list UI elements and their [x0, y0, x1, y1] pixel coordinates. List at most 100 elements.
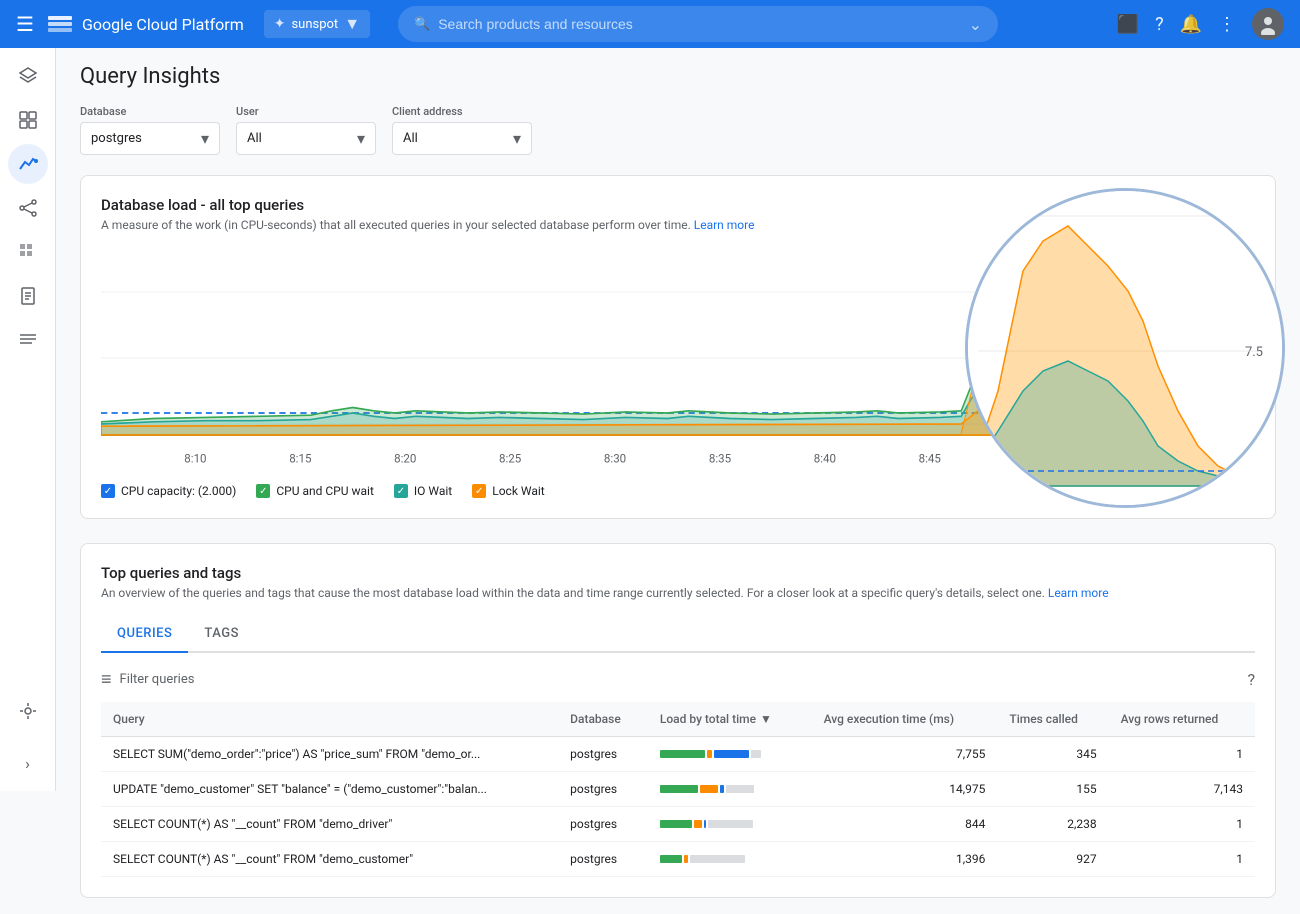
- svg-text:8:30: 8:30: [604, 451, 626, 465]
- filters-row: Database postgres ▾ User All ▾ Client ad…: [80, 105, 1276, 155]
- database-load-chart[interactable]: 8:10 8:15 8:20 8:25 8:30 8:35 8:40 8:45 …: [101, 248, 1255, 468]
- notifications-icon[interactable]: 🔔: [1180, 14, 1202, 35]
- search-input[interactable]: [438, 16, 960, 32]
- svg-text:8:10: 8:10: [184, 451, 206, 465]
- avatar-icon: [1257, 13, 1279, 35]
- project-selector[interactable]: ✦ sunspot ▼: [264, 10, 370, 38]
- tools-icon: [18, 701, 38, 721]
- user-select[interactable]: All ▾: [236, 122, 376, 155]
- table-row[interactable]: UPDATE "demo_customer" SET "balance" = (…: [101, 772, 1255, 807]
- tab-queries[interactable]: QUERIES: [101, 616, 188, 653]
- table-body: SELECT SUM("demo_order":"price") AS "pri…: [101, 737, 1255, 877]
- col-load[interactable]: Load by total time ▼: [648, 702, 812, 737]
- client-select[interactable]: All ▾: [392, 122, 532, 155]
- sidebar-item-logs[interactable]: [8, 320, 48, 360]
- legend-cpu-wait[interactable]: ✓ CPU and CPU wait: [256, 484, 374, 498]
- cell-times-called: 155: [997, 772, 1108, 807]
- svg-text:8:25: 8:25: [499, 451, 522, 465]
- gcp-logo-icon: [46, 10, 74, 38]
- legend-lock-wait-label: Lock Wait: [492, 484, 544, 498]
- cell-query: SELECT SUM("demo_order":"price") AS "pri…: [101, 737, 558, 772]
- reports-icon: [18, 286, 38, 306]
- project-name: sunspot: [291, 17, 338, 32]
- sidebar-collapse-button[interactable]: ›: [8, 743, 48, 783]
- tab-tags[interactable]: TAGS: [188, 616, 255, 651]
- filter-icon: ≡: [101, 669, 112, 690]
- legend-cpu-capacity-checkbox: ✓: [101, 484, 115, 498]
- routing-icon: [18, 198, 38, 218]
- cell-load-bar: [648, 807, 812, 842]
- sidebar-item-grid[interactable]: [8, 232, 48, 272]
- legend-lock-wait[interactable]: ✓ Lock Wait: [472, 484, 544, 498]
- layers-icon: [18, 66, 38, 86]
- svg-text:8:50: 8:50: [1024, 451, 1046, 465]
- cell-avg-exec: 1,396: [812, 842, 998, 877]
- svg-text:8:45: 8:45: [919, 451, 942, 465]
- cloud-shell-icon[interactable]: ⬛: [1117, 14, 1139, 35]
- user-filter-group: User All ▾: [236, 105, 376, 155]
- queries-learn-more-link[interactable]: Learn more: [1048, 586, 1109, 600]
- user-value: All: [247, 131, 262, 146]
- queries-section-title: Top queries and tags: [101, 564, 1255, 582]
- table-header: Query Database Load by total time ▼ Avg …: [101, 702, 1255, 737]
- legend-io-wait-checkbox: ✓: [394, 484, 408, 498]
- legend-lock-wait-checkbox: ✓: [472, 484, 486, 498]
- cell-query: UPDATE "demo_customer" SET "balance" = (…: [101, 772, 558, 807]
- filter-queries-label[interactable]: Filter queries: [120, 672, 195, 687]
- cell-avg-exec: 14,975: [812, 772, 998, 807]
- database-filter-label: Database: [80, 105, 220, 118]
- col-database: Database: [558, 702, 648, 737]
- svg-text:8:20: 8:20: [394, 451, 416, 465]
- client-filter-label: Client address: [392, 105, 532, 118]
- queries-section: Top queries and tags An overview of the …: [80, 543, 1276, 898]
- sidebar-item-tools[interactable]: [8, 691, 48, 731]
- user-dropdown-arrow: ▾: [357, 129, 365, 148]
- side-nav: ›: [0, 48, 56, 791]
- sidebar-item-insights[interactable]: [8, 144, 48, 184]
- cell-times-called: 2,238: [997, 807, 1108, 842]
- chart-legend: ✓ CPU capacity: (2.000) ✓ CPU and CPU wa…: [101, 484, 1255, 498]
- more-options-icon[interactable]: ⋮: [1218, 14, 1236, 35]
- cell-load-bar: [648, 737, 812, 772]
- table-filter-bar: ≡ Filter queries ?: [101, 669, 1255, 690]
- sidebar-item-reports[interactable]: [8, 276, 48, 316]
- sidebar-item-dashboard[interactable]: [8, 100, 48, 140]
- search-bar[interactable]: 🔍 ⌄: [398, 6, 998, 42]
- svg-text:0: 0: [1256, 480, 1263, 495]
- legend-cpu-wait-checkbox: ✓: [256, 484, 270, 498]
- svg-text:8:40: 8:40: [814, 451, 836, 465]
- database-filter-group: Database postgres ▾: [80, 105, 220, 155]
- chart-learn-more-link[interactable]: Learn more: [694, 218, 755, 232]
- cell-avg-exec: 844: [812, 807, 998, 842]
- app-title: Google Cloud Platform: [82, 15, 244, 34]
- cell-database: postgres: [558, 737, 648, 772]
- col-avg-rows: Avg rows returned: [1109, 702, 1255, 737]
- col-query: Query: [101, 702, 558, 737]
- hamburger-icon[interactable]: ☰: [16, 12, 34, 36]
- legend-cpu-capacity[interactable]: ✓ CPU capacity: (2.000): [101, 484, 236, 498]
- cell-times-called: 927: [997, 842, 1108, 877]
- sidebar-item-layers[interactable]: [8, 56, 48, 96]
- queries-section-subtitle: An overview of the queries and tags that…: [101, 586, 1255, 600]
- cell-load-bar: [648, 842, 812, 877]
- user-avatar[interactable]: [1252, 8, 1284, 40]
- table-row[interactable]: SELECT COUNT(*) AS "__count" FROM "demo_…: [101, 842, 1255, 877]
- database-select[interactable]: postgres ▾: [80, 122, 220, 155]
- cell-avg-rows: 1: [1109, 842, 1255, 877]
- grid-icon: [18, 242, 38, 262]
- table-row[interactable]: SELECT SUM("demo_order":"price") AS "pri…: [101, 737, 1255, 772]
- collapse-icon: ›: [25, 754, 30, 773]
- table-help-icon[interactable]: ?: [1247, 670, 1255, 689]
- cell-avg-rows: 7,143: [1109, 772, 1255, 807]
- sidebar-item-routing[interactable]: [8, 188, 48, 228]
- table-row[interactable]: SELECT COUNT(*) AS "__count" FROM "demo_…: [101, 807, 1255, 842]
- legend-io-wait[interactable]: ✓ IO Wait: [394, 484, 452, 498]
- nav-actions: ⬛ ? 🔔 ⋮: [1117, 8, 1284, 40]
- legend-cpu-wait-label: CPU and CPU wait: [276, 484, 374, 498]
- help-icon[interactable]: ?: [1155, 14, 1164, 35]
- legend-cpu-capacity-label: CPU capacity: (2.000): [121, 484, 236, 498]
- search-expand-icon: ⌄: [969, 15, 982, 34]
- cell-avg-rows: 1: [1109, 807, 1255, 842]
- cell-avg-exec: 7,755: [812, 737, 998, 772]
- logs-icon: [18, 330, 38, 350]
